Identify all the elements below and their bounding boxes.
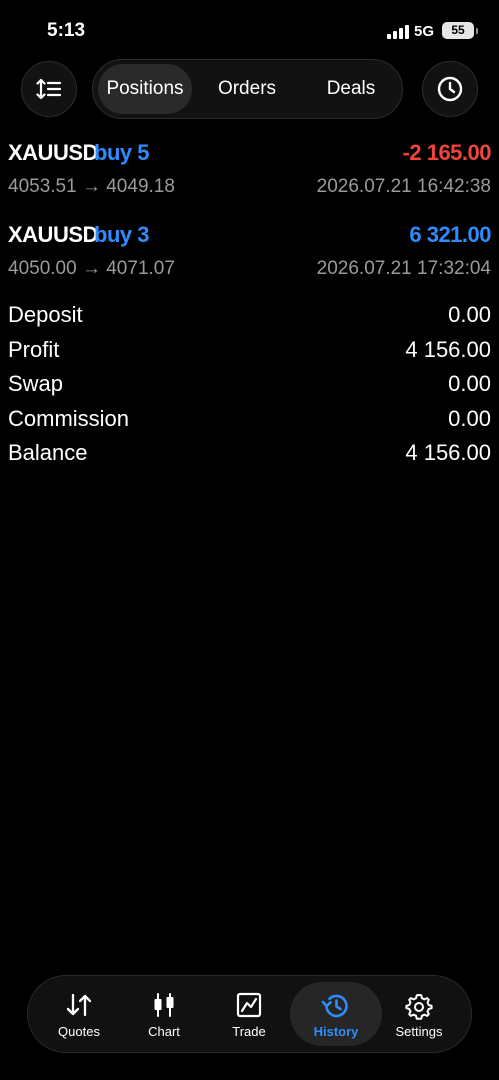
sort-button[interactable] bbox=[21, 61, 77, 117]
tab-settings-label: Settings bbox=[395, 1024, 443, 1039]
summary-value: 4 156.00 bbox=[405, 336, 491, 362]
list-item[interactable]: XAUUSD buy 3 6 321.00 4050.00 → 4071.07 … bbox=[0, 222, 499, 292]
deal-prices: 4053.51 → 4049.18 bbox=[8, 176, 175, 197]
tab-settings[interactable]: Settings bbox=[376, 982, 462, 1046]
deal-symbol: XAUUSD bbox=[8, 140, 98, 165]
status-bar: 5:13 5G 55 bbox=[0, 0, 499, 62]
tab-history[interactable]: History bbox=[290, 982, 382, 1046]
history-icon bbox=[321, 994, 348, 1018]
tab-quotes[interactable]: Quotes bbox=[36, 982, 122, 1046]
sort-icon bbox=[36, 78, 62, 100]
tab-trade[interactable]: Trade bbox=[206, 982, 292, 1046]
summary-value: 0.00 bbox=[448, 371, 491, 397]
summary-label: Swap bbox=[8, 371, 64, 397]
deal-symbol: XAUUSD bbox=[8, 222, 98, 247]
summary-row-balance: Balance 4 156.00 bbox=[0, 438, 499, 473]
deal-side: buy 3 bbox=[94, 222, 149, 247]
summary-row-deposit: Deposit 0.00 bbox=[0, 300, 499, 335]
tab-chart-label: Chart bbox=[148, 1024, 180, 1039]
battery-icon: 55 bbox=[442, 22, 478, 39]
summary-value: 0.00 bbox=[448, 405, 491, 431]
status-time: 5:13 bbox=[47, 20, 86, 41]
tab-positions[interactable]: Positions bbox=[98, 64, 192, 114]
tab-trade-label: Trade bbox=[232, 1024, 266, 1039]
trade-chart-icon bbox=[236, 992, 262, 1018]
summary-label: Deposit bbox=[8, 302, 83, 327]
network-type: 5G bbox=[414, 23, 435, 40]
summary-value: 0.00 bbox=[448, 302, 491, 327]
summary-value: 4 156.00 bbox=[405, 440, 491, 466]
bottom-tab-bar: Quotes Chart Trade History Settings bbox=[27, 975, 472, 1053]
deal-datetime: 2026.07.21 16:42:38 bbox=[316, 176, 491, 197]
deal-profit: -2 165.00 bbox=[402, 140, 492, 165]
deal-profit: 6 321.00 bbox=[409, 222, 491, 247]
deal-datetime: 2026.07.21 17:32:04 bbox=[316, 258, 491, 279]
gear-icon bbox=[405, 994, 433, 1020]
deal-side: buy 5 bbox=[94, 140, 149, 165]
tab-deals[interactable]: Deals bbox=[308, 64, 394, 114]
clock-icon bbox=[437, 76, 463, 102]
tab-orders[interactable]: Orders bbox=[203, 64, 291, 114]
tab-history-label: History bbox=[313, 1024, 359, 1039]
summary-row-profit: Profit 4 156.00 bbox=[0, 335, 499, 370]
period-button[interactable] bbox=[422, 61, 478, 117]
history-segment-control: Positions Orders Deals bbox=[92, 59, 403, 119]
tab-chart[interactable]: Chart bbox=[121, 982, 207, 1046]
summary-label: Profit bbox=[8, 336, 60, 362]
tab-quotes-label: Quotes bbox=[58, 1024, 100, 1039]
summary-label: Balance bbox=[8, 440, 88, 466]
summary-row-swap: Swap 0.00 bbox=[0, 369, 499, 404]
summary-label: Commission bbox=[8, 405, 130, 431]
list-item[interactable]: XAUUSD buy 5 -2 165.00 4053.51 → 4049.18… bbox=[0, 140, 499, 210]
quotes-icon bbox=[66, 993, 92, 1017]
account-summary: Deposit 0.00 Profit 4 156.00 Swap 0.00 C… bbox=[0, 300, 499, 473]
signal-icon bbox=[387, 25, 409, 39]
deal-prices: 4050.00 → 4071.07 bbox=[8, 258, 175, 279]
candlestick-icon bbox=[154, 993, 174, 1017]
summary-row-commission: Commission 0.00 bbox=[0, 404, 499, 439]
